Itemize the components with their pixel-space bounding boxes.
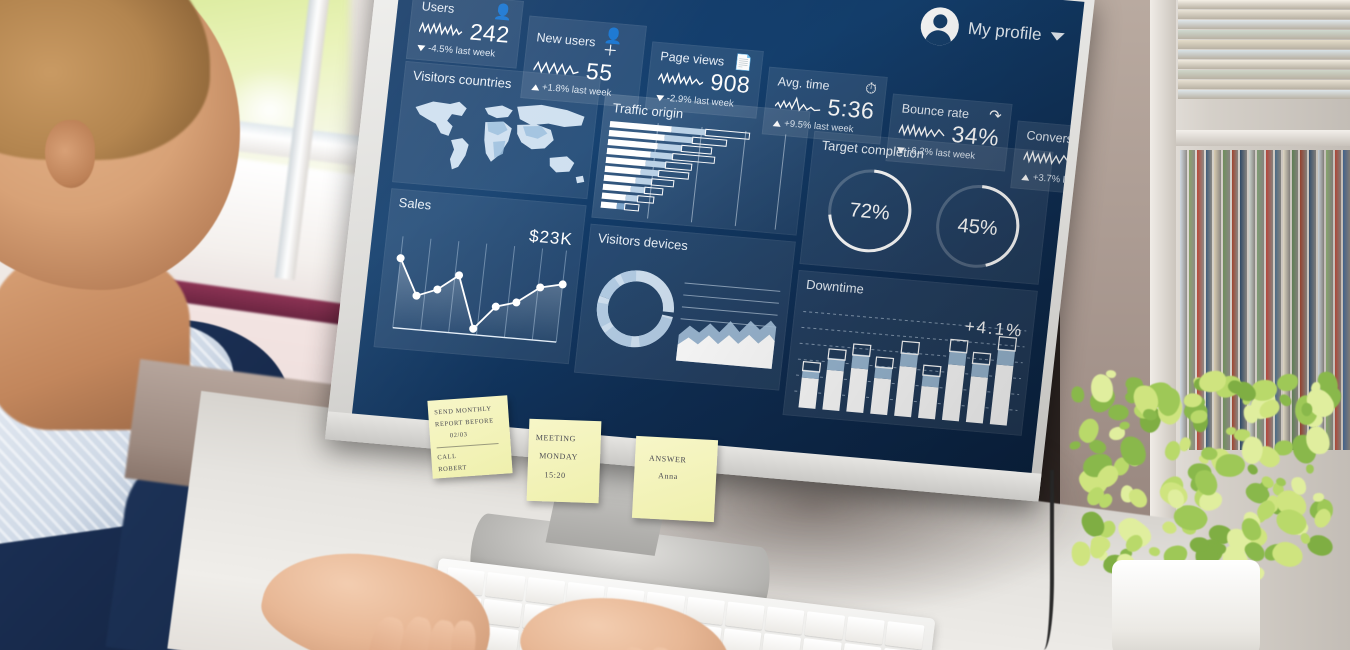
chevron-down-icon[interactable] [1050, 32, 1065, 41]
sticky-note: SEND MONTHLY REPORT BEFORE 02/03 CALL RO… [427, 395, 512, 478]
books-stacked [1178, 0, 1350, 100]
trend-down-icon [417, 44, 426, 51]
person-ear [45, 120, 95, 188]
kpi-card-users[interactable]: Users 👤 242 -4.5% last week [406, 0, 524, 69]
return-arrow-icon: ↷ [988, 108, 1002, 124]
donut-chart [599, 273, 672, 344]
gauge-label: 45% [956, 215, 999, 240]
devices-donut-and-area-chart [583, 249, 787, 381]
note-line: Anna [642, 467, 709, 487]
gauge-45: 45% [933, 183, 1022, 269]
gauge-72: 72% [825, 168, 914, 254]
panel-target-completion[interactable]: Target completion 72% 45% [799, 131, 1053, 285]
world-map-icon [399, 84, 599, 192]
target-gauges: 72% 45% [808, 154, 1047, 277]
office-scene-photo: DASHBOARD My profile Users 👤 [0, 0, 1350, 650]
panel-visitors-countries[interactable]: Visitors countries [392, 61, 601, 199]
plant-pot [1112, 560, 1260, 650]
user-plus-icon: 👤＋ [602, 28, 636, 61]
sparkline-icon [418, 19, 463, 40]
sales-line-chart [383, 232, 572, 355]
kpi-value: 242 [468, 18, 511, 48]
document-icon: 📄 [733, 55, 753, 72]
traffic-origin-bar-chart [600, 119, 800, 231]
note-line: 15:20 [534, 466, 593, 486]
user-icon: 👤 [493, 4, 513, 21]
gauge-label: 72% [849, 199, 892, 224]
kpi-value: 5:36 [826, 94, 876, 125]
panel-traffic-origin[interactable]: Traffic origin [591, 93, 810, 235]
kpi-title: New users [536, 30, 596, 49]
sticky-note: MEETING MONDAY 15:20 [527, 419, 602, 503]
note-line: MONDAY [535, 447, 594, 467]
kpi-value: 908 [709, 69, 752, 99]
sales-value: $23K [528, 226, 574, 250]
panel-visitors-devices[interactable]: Visitors devices [574, 224, 796, 391]
panel-sales[interactable]: Sales $23K [374, 188, 587, 364]
sparkline-icon [657, 69, 704, 90]
sticky-note: ANSWER Anna [632, 436, 718, 522]
kpi-title: Users [421, 0, 455, 15]
stopwatch-icon: ⏱ [864, 81, 877, 97]
shelf-plank [1150, 130, 1350, 146]
note-line: ANSWER [643, 450, 710, 470]
panel-downtime[interactable]: Downtime +4.1% [782, 270, 1037, 436]
note-line: MEETING [535, 429, 594, 449]
